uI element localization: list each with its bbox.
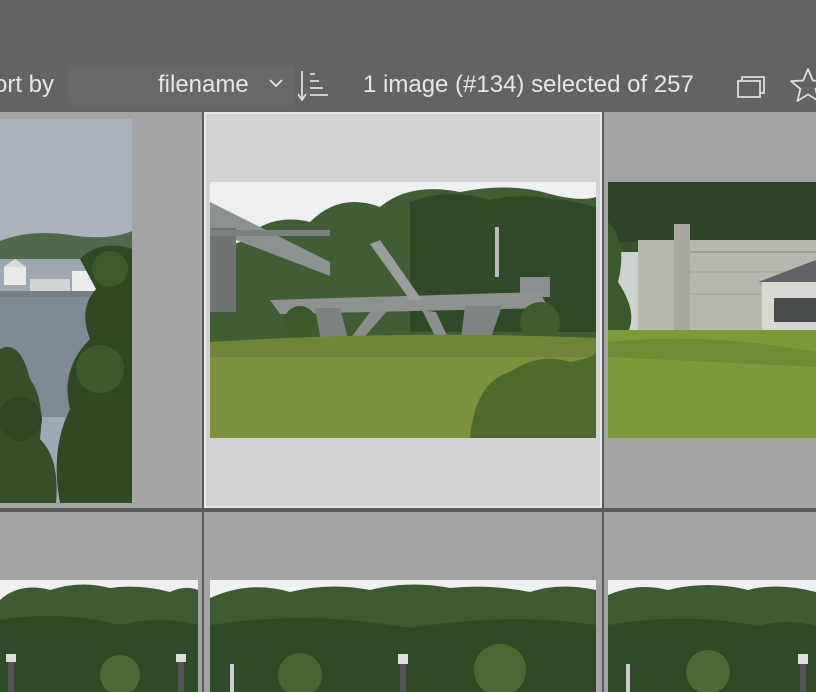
thumbnail-grid [0,112,816,692]
thumbnail-cell[interactable] [0,112,202,508]
thumbnail-image [0,119,132,503]
sort-field-value: filename [158,71,249,98]
thumbnail-cell[interactable] [0,512,202,692]
thumbnail-cell[interactable] [604,112,816,508]
sort-ascending-icon[interactable] [298,68,330,104]
thumbnail-image [0,580,198,692]
sort-by-label: ort by [0,71,55,98]
thumbnail-image [608,182,816,438]
thumbnail-image [210,580,596,692]
top-toolbar: ort by filename 1 image (#134) selected … [0,0,816,112]
star-icon[interactable] [788,66,816,104]
chevron-down-icon [269,79,283,88]
thumbnail-cell[interactable] [604,512,816,692]
thumbnail-image [608,580,816,692]
thumbnail-cell[interactable] [204,512,602,692]
grouping-icon[interactable] [736,72,770,100]
selection-status: 1 image (#134) selected of 257 [363,71,694,98]
thumbnail-cell-selected[interactable] [204,112,602,508]
thumbnail-image [210,182,596,438]
sort-field-dropdown[interactable]: filename [68,65,294,105]
